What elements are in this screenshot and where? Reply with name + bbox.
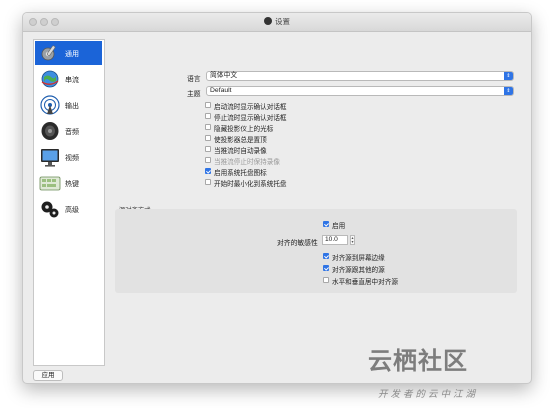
checkbox-box [205,135,211,141]
watermark: 云栖社区 开发者的云中江湖 [340,337,550,408]
language-value: 简体中文 [210,72,238,79]
sidebar-item-label: 视频 [65,155,79,162]
sidebar-item-advanced[interactable]: 高级 [35,197,102,221]
monitor-icon [41,149,59,167]
sidebar-item-label: 通用 [65,51,79,58]
checkbox-box [205,113,211,119]
sidebar-item-general[interactable]: 通用 [35,41,102,65]
keyboard-icon [39,176,61,191]
broadcast-icon [40,95,60,115]
sidebar-item-label: 高级 [65,207,79,214]
watermark-sub-text: 开发者的云中江湖 [378,389,479,400]
gear-wrench-icon [41,45,56,61]
checkbox-box [205,124,211,130]
obs-logo-icon [264,17,272,25]
theme-select[interactable]: Default ⇕ [206,86,514,96]
checkbox-box [205,179,211,185]
checkbox-box [205,157,211,163]
title-bar: 设置 [23,13,531,32]
globe-icon [41,70,59,88]
theme-value: Default [210,87,232,94]
sidebar-item-label: 音频 [65,129,79,136]
settings-window: 设置 通用 串流 输出 音频 视频 热键 高级 语言 简体中文 ⇕ 主题 Def… [22,12,532,384]
sidebar-item-output[interactable]: 输出 [35,93,102,117]
spinner-arrows-icon[interactable]: ▴ ▾ [350,235,355,245]
settings-sidebar: 通用 串流 输出 音频 视频 热键 高级 [33,39,105,366]
sidebar-item-label: 串流 [65,77,79,84]
checkbox-box [323,265,329,271]
sidebar-item-label: 热键 [65,181,79,188]
language-select[interactable]: 简体中文 ⇕ [206,71,514,81]
sidebar-item-audio[interactable]: 音频 [35,119,102,143]
snap-sensitivity-input[interactable]: 10.0 [322,235,348,245]
theme-label: 主题 [187,91,201,98]
window-title: 设置 [275,17,290,26]
select-chevron-icon: ⇕ [504,72,513,80]
sidebar-item-label: 输出 [65,103,79,110]
watermark-main-text: 云栖社区 [368,348,468,375]
checkbox-box [323,221,329,227]
apply-button[interactable]: 应用 [33,370,63,381]
sidebar-item-hotkeys[interactable]: 热键 [35,171,102,195]
gears-icon [41,201,59,218]
snap-sensitivity-label: 对齐的敏感性 [277,240,318,247]
checkbox-box [205,102,211,108]
checkbox-box [323,253,329,259]
checkbox-box [323,277,329,283]
speaker-icon [41,122,59,140]
snapping-group [115,209,517,293]
checkbox-box [205,146,211,152]
select-chevron-icon: ⇕ [504,87,513,95]
sidebar-item-stream[interactable]: 串流 [35,67,102,91]
language-label: 语言 [187,76,201,83]
checkbox-box [205,168,211,174]
sidebar-item-video[interactable]: 视频 [35,145,102,169]
